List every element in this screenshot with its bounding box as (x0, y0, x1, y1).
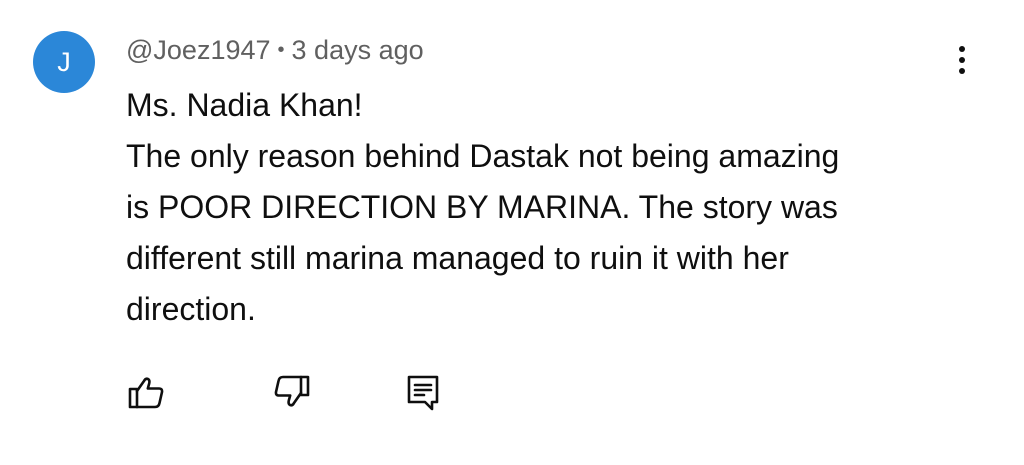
comment-card: J @Joez1947 • 3 days ago Ms. Nadia Khan!… (0, 0, 1024, 465)
dislike-button[interactable] (270, 370, 314, 414)
avatar-letter: J (57, 47, 71, 77)
author-handle[interactable]: @Joez1947 (126, 35, 271, 66)
reply-comment-icon (407, 375, 439, 411)
more-vert-icon-dot (959, 57, 965, 63)
reply-button[interactable] (401, 370, 445, 414)
thumbs-down-icon (274, 375, 310, 407)
thumbs-up-icon (128, 377, 164, 409)
comment-line: direction. (126, 291, 256, 327)
comment-line: The only reason behind Dastak not being … (126, 138, 840, 174)
comment-actions (0, 370, 1024, 420)
comment-line: different still marina managed to ruin i… (126, 240, 789, 276)
comment-text: Ms. Nadia Khan! The only reason behind D… (126, 80, 986, 335)
more-vert-icon (959, 46, 965, 52)
comment-timestamp[interactable]: 3 days ago (292, 35, 424, 66)
avatar[interactable]: J (33, 31, 95, 93)
comment-line: is POOR DIRECTION BY MARINA. The story w… (126, 189, 838, 225)
like-button[interactable] (124, 370, 168, 414)
comment-line: Ms. Nadia Khan! (126, 87, 363, 123)
header-separator: • (277, 38, 285, 61)
more-vert-icon-dot (959, 68, 965, 74)
more-options-button[interactable] (942, 40, 982, 80)
comment-header: @Joez1947 • 3 days ago (126, 30, 424, 70)
